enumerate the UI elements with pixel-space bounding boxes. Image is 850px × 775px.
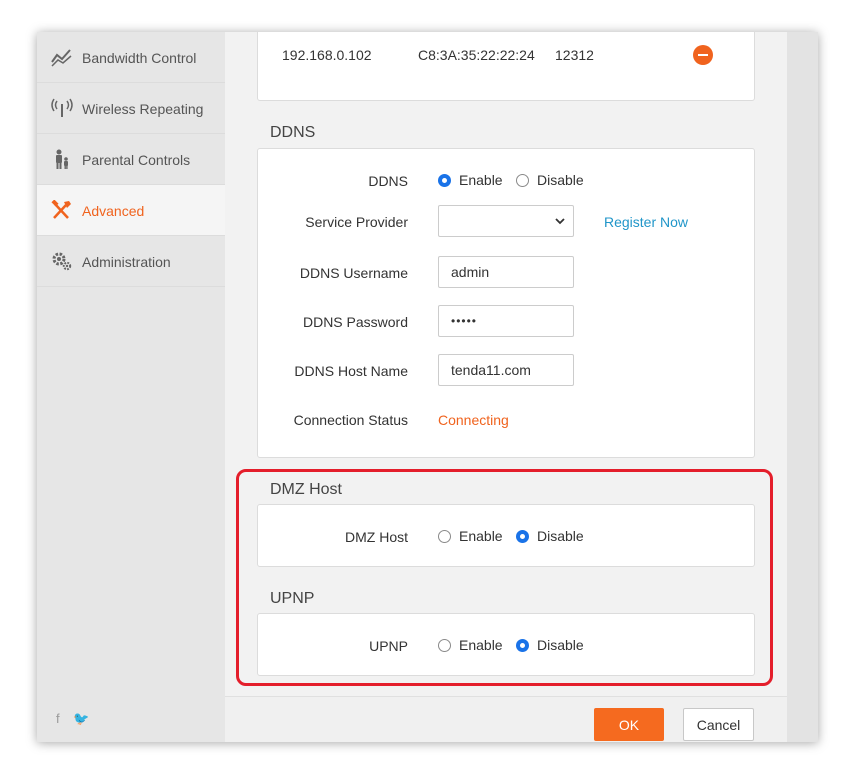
ddns-card: DDNS Enable Disable Service Provider Reg… [257, 148, 755, 458]
table-cell-mac: C8:3A:35:22:22:24 [418, 47, 535, 63]
chevron-down-icon [555, 218, 565, 225]
radio-indicator [516, 638, 529, 652]
ddns-host-name-input[interactable]: tenda11.com [438, 354, 574, 386]
ddns-username-label: DDNS Username [299, 265, 408, 281]
upnp-card: UPNP Enable Disable [257, 613, 755, 676]
wireless-signal-icon [51, 98, 73, 118]
scrollbar[interactable] [787, 32, 818, 742]
footer-bar: OK Cancel [225, 696, 787, 742]
radio-indicator [438, 638, 451, 652]
radio-indicator [516, 529, 529, 543]
dmz-section-title: DMZ Host [270, 481, 342, 498]
ddns-section-title: DDNS [270, 124, 316, 141]
sidebar-item-label: Wireless Repeating [82, 101, 204, 117]
ddns-label: DDNS [368, 173, 408, 189]
sidebar-item-bandwidth-control[interactable]: Bandwidth Control [37, 32, 225, 83]
connection-status-value: Connecting [438, 412, 509, 428]
sidebar-item-label: Bandwidth Control [82, 50, 197, 66]
table-cell-ip: 192.168.0.102 [282, 47, 372, 63]
sidebar-item-label: Administration [82, 254, 171, 270]
remove-icon[interactable] [693, 45, 713, 65]
radio-indicator [438, 529, 451, 543]
chart-line-icon [51, 47, 73, 67]
sidebar-item-parental-controls[interactable]: Parental Controls [37, 134, 225, 185]
sidebar-item-label: Advanced [82, 203, 145, 219]
sidebar: Bandwidth Control Wireless Repeating Par… [37, 32, 225, 742]
sidebar-item-wireless-repeating[interactable]: Wireless Repeating [37, 83, 225, 134]
radio-indicator [438, 173, 451, 187]
ddns-username-input[interactable]: admin [438, 256, 574, 288]
radio-label: Enable [459, 528, 503, 544]
service-provider-select[interactable] [438, 205, 574, 237]
dmz-card: DMZ Host Enable Disable [257, 504, 755, 567]
ok-button[interactable]: OK [594, 708, 664, 741]
ddns-host-name-label: DDNS Host Name [294, 363, 408, 379]
ddns-password-input[interactable]: ••••• [438, 305, 574, 337]
upnp-label: UPNP [369, 638, 408, 654]
sidebar-item-label: Parental Controls [82, 152, 191, 168]
social-links[interactable]: f 🐦 [56, 711, 94, 727]
main-content: 192.168.0.102 C8:3A:35:22:22:24 12312 DD… [225, 32, 787, 742]
ddns-enable-radio[interactable]: Enable [438, 172, 503, 188]
sidebar-item-advanced[interactable]: Advanced [37, 185, 225, 236]
upnp-enable-radio[interactable]: Enable [438, 637, 503, 653]
radio-label: Enable [459, 172, 503, 188]
router-admin-window: Bandwidth Control Wireless Repeating Par… [37, 32, 818, 742]
register-now-link[interactable]: Register Now [604, 214, 688, 230]
upnp-section-title: UPNP [270, 590, 315, 607]
cancel-button[interactable]: Cancel [683, 708, 754, 741]
sidebar-item-administration[interactable]: Administration [37, 236, 225, 287]
service-provider-label: Service Provider [305, 214, 408, 230]
dmz-enable-radio[interactable]: Enable [438, 528, 503, 544]
connection-status-label: Connection Status [293, 412, 408, 428]
dmz-disable-radio[interactable]: Disable [516, 528, 584, 544]
port-mapping-card: 192.168.0.102 C8:3A:35:22:22:24 12312 [257, 32, 755, 101]
tools-icon [51, 199, 73, 220]
radio-label: Disable [537, 528, 584, 544]
table-cell-port: 12312 [555, 47, 594, 63]
ddns-password-label: DDNS Password [302, 314, 408, 330]
radio-indicator [516, 173, 529, 187]
gears-icon [51, 251, 73, 271]
radio-label: Disable [537, 637, 584, 653]
radio-label: Disable [537, 172, 584, 188]
radio-label: Enable [459, 637, 503, 653]
dmz-host-label: DMZ Host [345, 529, 408, 545]
upnp-disable-radio[interactable]: Disable [516, 637, 584, 653]
parent-child-icon [51, 149, 73, 169]
ddns-disable-radio[interactable]: Disable [516, 172, 584, 188]
